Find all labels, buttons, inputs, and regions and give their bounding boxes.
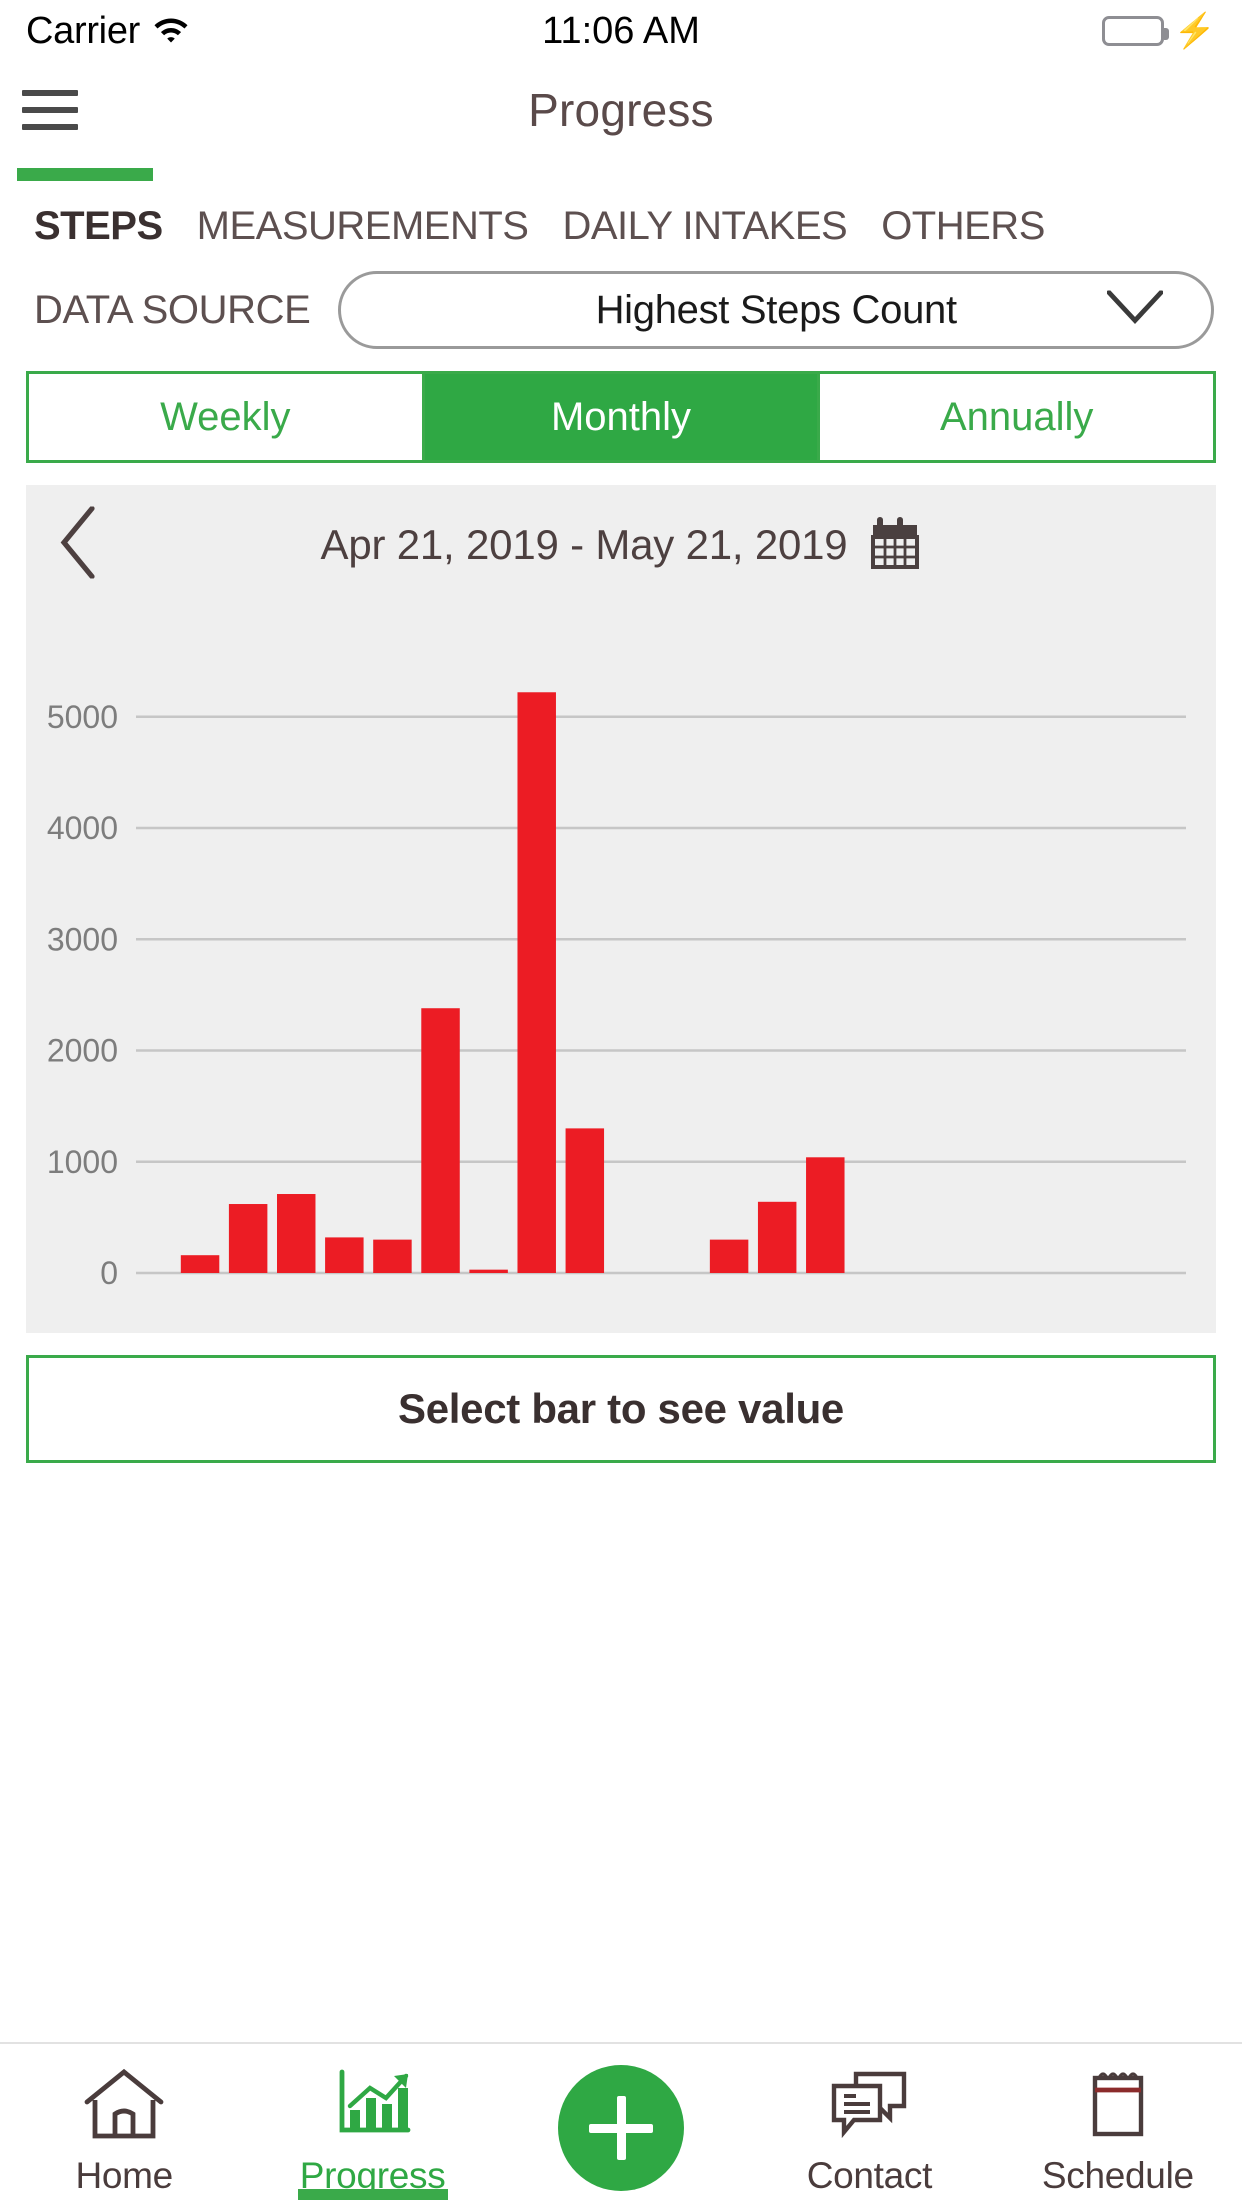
period-segmented-control: Weekly Monthly Annually bbox=[26, 371, 1216, 463]
add-button[interactable] bbox=[558, 2065, 685, 2191]
data-source-dropdown[interactable]: Highest Steps Count bbox=[338, 271, 1214, 349]
chevron-down-icon bbox=[1106, 290, 1164, 330]
data-source-row: DATA SOURCE Highest Steps Count bbox=[0, 249, 1242, 349]
page-title: Progress bbox=[528, 84, 714, 136]
chart-bar[interactable] bbox=[228, 1204, 268, 1273]
data-source-value: Highest Steps Count bbox=[595, 287, 957, 332]
status-bar-right: ⚡ bbox=[1101, 12, 1216, 50]
nav-label-home: Home bbox=[75, 2154, 173, 2196]
app-header: Progress bbox=[0, 62, 1242, 158]
wifi-icon bbox=[152, 14, 190, 49]
tab-daily-intakes[interactable]: DAILY INTAKES bbox=[562, 204, 847, 249]
select-bar-hint: Select bar to see value bbox=[26, 1355, 1216, 1463]
y-axis-tick-label: 1000 bbox=[47, 1144, 118, 1180]
chart-canvas[interactable]: 0 1000 2000 3000 4000 5000 bbox=[26, 605, 1216, 1333]
chart-bar[interactable] bbox=[709, 1239, 749, 1274]
chart-bar[interactable] bbox=[565, 1128, 605, 1274]
nav-item-schedule[interactable]: Schedule bbox=[994, 2044, 1242, 2208]
tab-steps[interactable]: STEPS bbox=[34, 204, 163, 249]
home-icon bbox=[83, 2068, 165, 2145]
nav-item-home[interactable]: Home bbox=[0, 2044, 248, 2208]
chart-bar[interactable] bbox=[325, 1237, 364, 1273]
plus-icon bbox=[589, 2096, 654, 2160]
app-screen: Carrier 11:06 AM ⚡ Progress STEPS MEASUR… bbox=[0, 0, 1242, 2208]
bottom-navigation: Home Progress Contact Schedule bbox=[0, 2042, 1242, 2208]
bar-chart-icon bbox=[332, 2068, 414, 2145]
chart-bar[interactable] bbox=[277, 1194, 316, 1273]
calendar-icon bbox=[1077, 2068, 1159, 2145]
bolt-icon: ⚡ bbox=[1173, 12, 1216, 50]
hamburger-menu-icon[interactable] bbox=[22, 90, 78, 130]
chart-card: Apr 21, 2019 - May 21, 2019 0 1000 2000 300… bbox=[26, 485, 1216, 1333]
tab-active-indicator bbox=[17, 168, 153, 181]
nav-item-progress[interactable]: Progress bbox=[248, 2044, 496, 2208]
y-axis-tick-label: 4000 bbox=[47, 810, 118, 846]
chart-bar[interactable] bbox=[806, 1157, 845, 1273]
chart-bar[interactable] bbox=[469, 1269, 508, 1273]
status-bar: Carrier 11:06 AM ⚡ bbox=[0, 0, 1242, 62]
calendar-icon[interactable] bbox=[869, 515, 921, 576]
chevron-left-icon[interactable] bbox=[58, 505, 98, 584]
segment-weekly[interactable]: Weekly bbox=[29, 374, 425, 460]
y-axis-tick-label: 5000 bbox=[47, 699, 118, 735]
y-axis-tick-label: 0 bbox=[100, 1255, 118, 1291]
nav-active-underline bbox=[297, 2189, 448, 2200]
battery-icon bbox=[1101, 16, 1169, 46]
chat-bubbles-icon bbox=[828, 2068, 910, 2145]
nav-label-contact: Contact bbox=[806, 2154, 933, 2196]
segment-annually[interactable]: Annually bbox=[820, 374, 1213, 460]
tab-bar: STEPS MEASUREMENTS DAILY INTAKES OTHERS bbox=[0, 158, 1242, 249]
chart-bar[interactable] bbox=[757, 1201, 797, 1273]
segment-monthly[interactable]: Monthly bbox=[424, 374, 821, 460]
chart-bar[interactable] bbox=[517, 692, 556, 1273]
nav-label-schedule: Schedule bbox=[1041, 2154, 1194, 2196]
y-axis-tick-label: 2000 bbox=[47, 1033, 118, 1069]
nav-item-add[interactable] bbox=[497, 2044, 745, 2208]
tab-measurements[interactable]: MEASUREMENTS bbox=[197, 204, 529, 249]
y-axis-tick-label: 3000 bbox=[47, 921, 118, 957]
chart-date-header: Apr 21, 2019 - May 21, 2019 bbox=[26, 485, 1216, 605]
tab-others[interactable]: OTHERS bbox=[881, 204, 1045, 249]
chart-bar[interactable] bbox=[421, 1008, 460, 1273]
nav-item-contact[interactable]: Contact bbox=[745, 2044, 993, 2208]
status-bar-left: Carrier bbox=[26, 10, 190, 53]
chart-bar[interactable] bbox=[180, 1255, 220, 1273]
chart-bar[interactable] bbox=[373, 1239, 412, 1274]
select-bar-hint-text: Select bar to see value bbox=[398, 1385, 844, 1432]
data-source-label: DATA SOURCE bbox=[34, 287, 311, 332]
carrier-label: Carrier bbox=[26, 9, 141, 52]
steps-bar-chart[interactable]: 0 1000 2000 3000 4000 5000 bbox=[26, 605, 1216, 1333]
date-range-label: Apr 21, 2019 - May 21, 2019 bbox=[320, 521, 848, 568]
